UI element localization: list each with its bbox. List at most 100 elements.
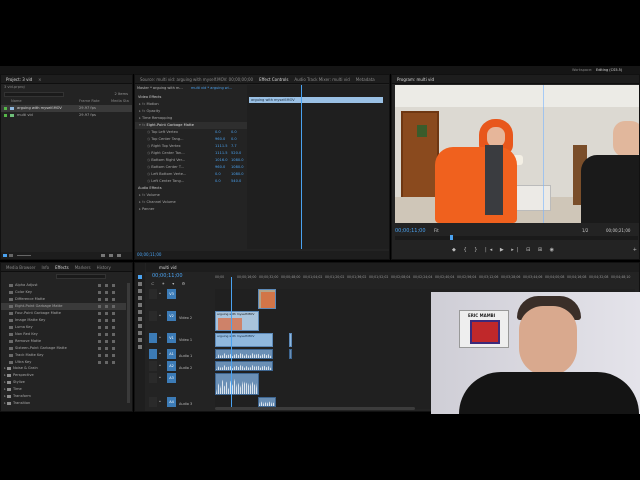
param-value-y[interactable]: 1080.0 [231,171,244,178]
clip-v2[interactable]: arguing with myself.MOV [215,311,259,331]
project-item[interactable]: arguing with myself.MOV 29.97 fps [1,105,132,112]
step-back-icon[interactable]: |◂ [485,247,495,253]
effect-param-row[interactable]: ◷ Top Left Vertex 0.0 0.0 [135,129,247,136]
fx-motion[interactable]: ▸ fx Motion [135,101,247,108]
lock-icon[interactable]: 🔒︎ [159,291,161,295]
tab-sequence[interactable]: multi vid [156,265,180,270]
tab-source[interactable]: Source: multi vid: arguing with myself.M… [137,77,256,82]
param-value-y[interactable]: 520.0 [231,150,241,157]
param-value-x[interactable]: 0.0 [215,129,221,136]
source-patch[interactable] [149,361,157,371]
effect-folder[interactable]: ▸ Noise & Grain [1,365,126,372]
param-value-x[interactable]: 0.0 [215,171,221,178]
program-playhead[interactable] [450,235,453,240]
hand-tool-icon[interactable] [138,338,142,342]
effect-folder[interactable]: ▸ Perspective [1,372,126,379]
step-forward-icon[interactable]: ▸| [511,247,521,253]
clip-a1[interactable] [215,349,273,359]
lock-icon[interactable]: 🔒︎ [159,363,161,367]
track-target[interactable]: V2 [167,311,176,321]
program-timecode[interactable]: 00;00;11;00 [395,228,426,234]
timeline-hscroll[interactable] [215,407,415,410]
razor-tool-icon[interactable] [138,310,142,314]
effect-folder[interactable]: ▸ Time [1,386,126,393]
clip-v1-tail[interactable] [289,333,292,347]
tab-effect-controls[interactable]: Effect Controls [256,77,291,82]
timeline-timecode[interactable]: 00;00;11;00 [152,273,183,279]
param-value-x[interactable]: 960.0 [215,136,225,143]
track-target[interactable]: A3 [167,373,176,383]
project-item[interactable]: multi vid 29.97 fps [1,112,132,119]
ec-timecode[interactable]: 00;00;11;00 [137,252,161,257]
tab-audio-track-mixer[interactable]: Audio Track Mixer: multi vid [291,77,352,82]
tab-media-browser[interactable]: Media Browser [3,265,39,270]
param-value-y[interactable]: 1080.0 [231,164,244,171]
lock-icon[interactable]: 🔒︎ [159,375,161,379]
column-name[interactable]: Name [11,98,22,105]
lock-icon[interactable]: 🔒︎ [159,399,161,403]
add-button-icon[interactable]: + [633,247,637,253]
mark-in-icon[interactable]: ◆ [452,247,459,253]
track-header[interactable]: 🔒︎ V3 [147,289,215,301]
clip-a3[interactable] [215,373,259,395]
effect-item[interactable]: Sixteen-Point Garbage Matte [1,345,126,352]
fx-time-remapping[interactable]: ▸ Time Remapping [135,115,247,122]
effect-item[interactable]: Difference Matte [1,296,126,303]
timeline-playhead[interactable] [231,277,232,409]
lock-icon[interactable]: 🔒︎ [159,335,161,339]
tab-info[interactable]: Info [39,265,53,270]
workspace-select[interactable]: Editing (CS5.5) [596,68,622,72]
effect-param-row[interactable]: ◷ Bottom Center T... 960.0 1080.0 [135,164,247,171]
linked-selection-icon[interactable]: ⚭ [162,281,168,286]
program-video-frame[interactable] [395,85,639,223]
effect-folder[interactable]: ▸ Transform [1,393,126,400]
track-select-tool-icon[interactable] [138,282,142,286]
extract-icon[interactable]: ⊞ [538,247,545,253]
zoom-fit-select[interactable]: Fit [434,228,439,233]
track-target[interactable]: V1 [167,333,176,343]
search-input[interactable] [4,92,64,97]
pen-tool-icon[interactable] [138,331,142,335]
effect-item[interactable]: Remove Matte [1,338,126,345]
track-target[interactable]: A2 [167,361,176,371]
close-icon[interactable]: × [35,77,44,82]
effect-item[interactable]: Eight-Point Garbage Matte [1,303,126,310]
param-value-y[interactable]: 7.7 [231,143,237,150]
effect-item[interactable]: Alpha Adjust [1,282,126,289]
source-patch[interactable] [149,373,157,383]
track-header[interactable]: 🔒︎ A4 Audio 3 [147,397,215,409]
track-header[interactable]: 🔒︎ A1 Audio 1 [147,349,215,361]
play-icon[interactable]: ▶ [500,247,507,253]
ripple-edit-tool-icon[interactable] [138,289,142,293]
source-patch[interactable] [149,397,157,407]
fx-volume[interactable]: ▸ fx Volume [135,192,247,199]
add-marker-icon[interactable]: ▾ [172,281,177,286]
param-value-y[interactable]: 1080.0 [231,157,244,164]
icon-view-icon[interactable] [9,254,13,257]
effect-item[interactable]: Non Red Key [1,331,126,338]
source-patch[interactable] [149,333,157,343]
column-media-start[interactable]: Media Sta [111,98,129,105]
effect-param-row[interactable]: ◷ Bottom Right Ver... 1016.0 1080.0 [135,157,247,164]
clip-v1[interactable]: arguing with myself.MOV [215,333,273,347]
rate-stretch-tool-icon[interactable] [138,303,142,307]
new-bin-icon[interactable] [101,254,105,257]
new-item-icon[interactable] [109,254,113,257]
effect-param-row[interactable]: ◷ Right Center Tan... 1111.5 520.0 [135,150,247,157]
slide-tool-icon[interactable] [138,324,142,328]
source-patch[interactable] [149,349,157,359]
effect-param-row[interactable]: ◷ Left Bottom Verte... 0.0 1080.0 [135,171,247,178]
param-value-x[interactable]: 960.0 [215,164,225,171]
effect-item[interactable]: Color Key [1,289,126,296]
list-view-icon[interactable] [3,254,7,257]
clip-a4[interactable] [258,397,276,407]
param-value-x[interactable]: 1111.5 [215,143,228,150]
column-frame-rate[interactable]: Frame Rate [79,98,100,105]
tab-effects[interactable]: Effects [52,265,72,270]
effect-param-row[interactable]: ◷ Right Top Vertex 1111.5 7.7 [135,143,247,150]
tab-history[interactable]: History [94,265,114,270]
tab-markers[interactable]: Markers [72,265,94,270]
ec-timeline[interactable]: arguing with myself.MOV [247,85,389,249]
rolling-edit-tool-icon[interactable] [138,296,142,300]
master-clip-selector[interactable]: Master * arguing with m... [137,85,189,92]
